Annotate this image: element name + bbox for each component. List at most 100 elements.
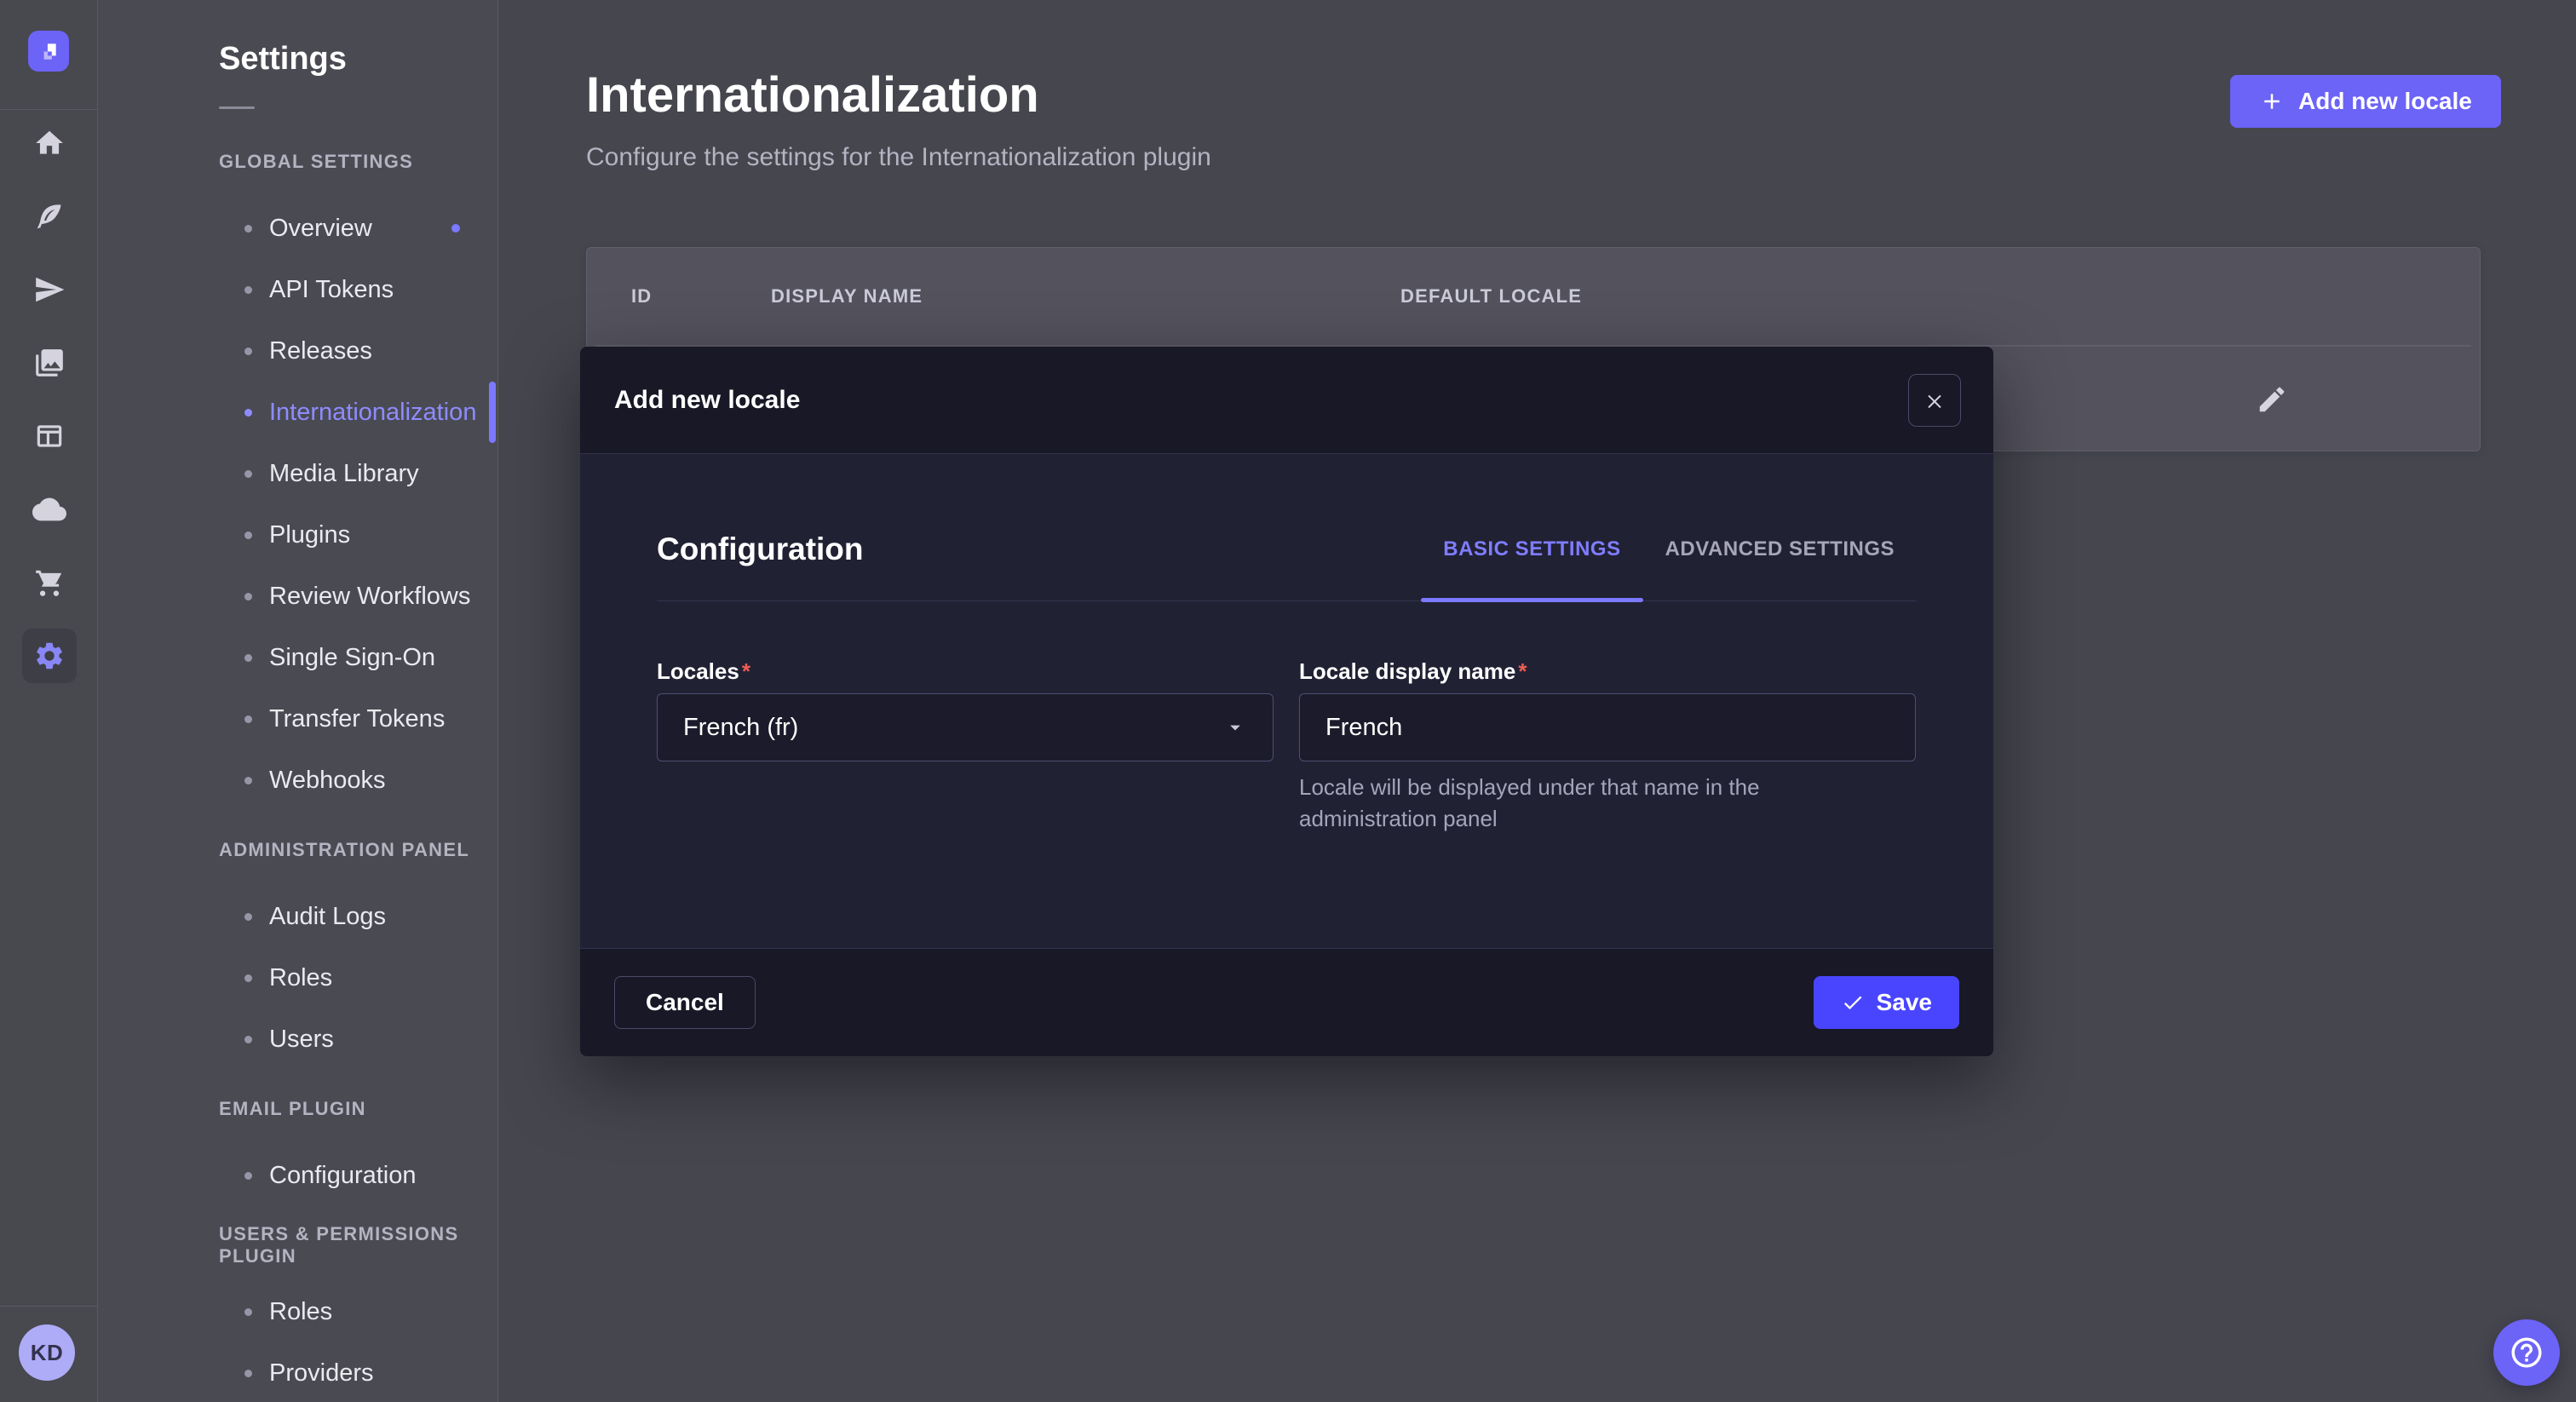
sidebar-item-transfer-tokens[interactable]: Transfer Tokens — [98, 688, 497, 750]
sidebar-item-label: Internationalization — [269, 399, 476, 427]
sidebar-item-admin-roles[interactable]: Roles — [98, 947, 497, 1008]
bullet-icon — [244, 225, 252, 233]
gear-icon — [33, 640, 66, 672]
question-mark-icon — [2509, 1335, 2544, 1370]
modal-footer: Cancel Save — [580, 948, 1993, 1056]
save-button[interactable]: Save — [1814, 976, 1959, 1029]
sidebar-item-label: Review Workflows — [269, 583, 470, 611]
rail-item-home[interactable] — [0, 106, 98, 180]
bullet-icon — [244, 593, 252, 600]
sidebar-item-audit-logs[interactable]: Audit Logs — [98, 886, 497, 947]
bullet-icon — [244, 654, 252, 662]
plus-icon — [2259, 89, 2285, 114]
modal-body: Configuration BASIC SETTINGS ADVANCED SE… — [580, 454, 1993, 948]
rail-item-marketplace[interactable] — [0, 546, 98, 619]
main-nav-rail: KD — [0, 0, 98, 1402]
section-global-settings: GLOBAL SETTINGS Overview API Tokens Rele… — [98, 150, 497, 811]
sidebar-item-label: Plugins — [269, 521, 350, 549]
sidebar-item-internationalization[interactable]: Internationalization — [98, 382, 497, 443]
active-indicator-bar — [489, 382, 496, 443]
feather-icon — [33, 200, 66, 233]
rail-item-releases[interactable] — [0, 253, 98, 326]
bullet-icon — [244, 913, 252, 921]
locales-label: Locales* — [657, 658, 1274, 685]
avatar[interactable]: KD — [19, 1324, 75, 1381]
bullet-icon — [244, 1036, 252, 1043]
configuration-title: Configuration — [657, 531, 864, 567]
sidebar-title-rule — [219, 106, 255, 109]
bullet-icon — [244, 974, 252, 982]
sidebar-item-single-sign-on[interactable]: Single Sign-On — [98, 627, 497, 688]
bullet-icon — [244, 348, 252, 355]
section-header: GLOBAL SETTINGS — [98, 150, 497, 174]
bullet-icon — [244, 715, 252, 723]
section-administration-panel: ADMINISTRATION PANEL Audit Logs Roles Us… — [98, 838, 497, 1070]
sidebar-item-label: Roles — [269, 1298, 332, 1326]
settings-sidebar: Settings GLOBAL SETTINGS Overview API To… — [98, 0, 498, 1402]
sidebar-item-plugins[interactable]: Plugins — [98, 504, 497, 566]
cart-icon — [33, 566, 66, 599]
cancel-button[interactable]: Cancel — [614, 976, 756, 1029]
section-header: USERS & PERMISSIONS PLUGIN — [98, 1233, 497, 1257]
locales-select-value: French (fr) — [683, 714, 798, 742]
sidebar-item-label: Transfer Tokens — [269, 705, 445, 733]
rail-item-content-type-builder[interactable] — [0, 399, 98, 473]
sidebar-item-up-providers[interactable]: Providers — [98, 1342, 497, 1402]
section-email-plugin: EMAIL PLUGIN Configuration — [98, 1097, 497, 1206]
sidebar-item-label: Users — [269, 1026, 334, 1054]
strapi-logo-icon — [37, 40, 60, 62]
rail-item-deploy[interactable] — [0, 473, 98, 546]
settings-active-tile — [22, 629, 77, 683]
bullet-icon — [244, 1172, 252, 1180]
display-name-input[interactable] — [1299, 693, 1916, 761]
sidebar-item-releases[interactable]: Releases — [98, 320, 497, 382]
home-icon — [33, 127, 66, 159]
edit-locale-button[interactable] — [2250, 377, 2294, 422]
modal-header: Add new locale — [580, 347, 1993, 454]
tab-advanced-settings[interactable]: ADVANCED SETTINGS — [1643, 531, 1917, 568]
add-locale-modal: Add new locale Configuration BASIC SETTI… — [580, 347, 1993, 1056]
display-name-label: Locale display name* — [1299, 658, 1916, 685]
sidebar-item-label: Overview — [269, 215, 372, 243]
locales-select[interactable]: French (fr) — [657, 693, 1274, 761]
sidebar-item-webhooks[interactable]: Webhooks — [98, 750, 497, 811]
sidebar-item-up-roles[interactable]: Roles — [98, 1281, 497, 1342]
sidebar-item-label: Audit Logs — [269, 903, 386, 931]
sidebar-item-label: API Tokens — [269, 276, 394, 304]
bullet-icon — [244, 1308, 252, 1316]
add-new-locale-button[interactable]: Add new locale — [2230, 75, 2501, 128]
sidebar-item-api-tokens[interactable]: API Tokens — [98, 259, 497, 320]
check-icon — [1841, 991, 1865, 1014]
bullet-icon — [244, 286, 252, 294]
sidebar-item-email-configuration[interactable]: Configuration — [98, 1145, 497, 1206]
sidebar-title: Settings — [219, 41, 347, 78]
sidebar-item-overview[interactable]: Overview — [98, 198, 497, 259]
bullet-icon — [244, 470, 252, 478]
sidebar-item-label: Releases — [269, 337, 372, 365]
page-title: Internationalization — [586, 66, 1039, 124]
chevron-down-icon — [1223, 715, 1247, 739]
rail-item-media-library[interactable] — [0, 326, 98, 399]
sidebar-item-media-library[interactable]: Media Library — [98, 443, 497, 504]
cloud-icon — [32, 492, 66, 526]
display-name-hint: Locale will be displayed under that name… — [1299, 772, 1887, 835]
sidebar-item-review-workflows[interactable]: Review Workflows — [98, 566, 497, 627]
column-header-display-name: DISPLAY NAME — [771, 285, 923, 307]
modal-title: Add new locale — [614, 386, 800, 415]
rail-item-content[interactable] — [0, 180, 98, 253]
notification-dot-icon — [451, 224, 460, 233]
rail-item-settings[interactable] — [0, 619, 98, 692]
bullet-icon — [244, 531, 252, 539]
help-button[interactable] — [2493, 1319, 2560, 1386]
tab-basic-settings[interactable]: BASIC SETTINGS — [1421, 531, 1642, 568]
column-header-id: ID — [631, 285, 652, 307]
sidebar-item-label: Webhooks — [269, 767, 386, 795]
strapi-logo[interactable] — [28, 31, 69, 72]
bullet-icon — [244, 777, 252, 784]
required-asterisk: * — [742, 658, 750, 684]
sidebar-item-label: Roles — [269, 964, 332, 992]
close-modal-button[interactable] — [1908, 374, 1961, 427]
section-header: ADMINISTRATION PANEL — [98, 838, 497, 862]
sidebar-item-label: Single Sign-On — [269, 644, 435, 672]
sidebar-item-admin-users[interactable]: Users — [98, 1008, 497, 1070]
